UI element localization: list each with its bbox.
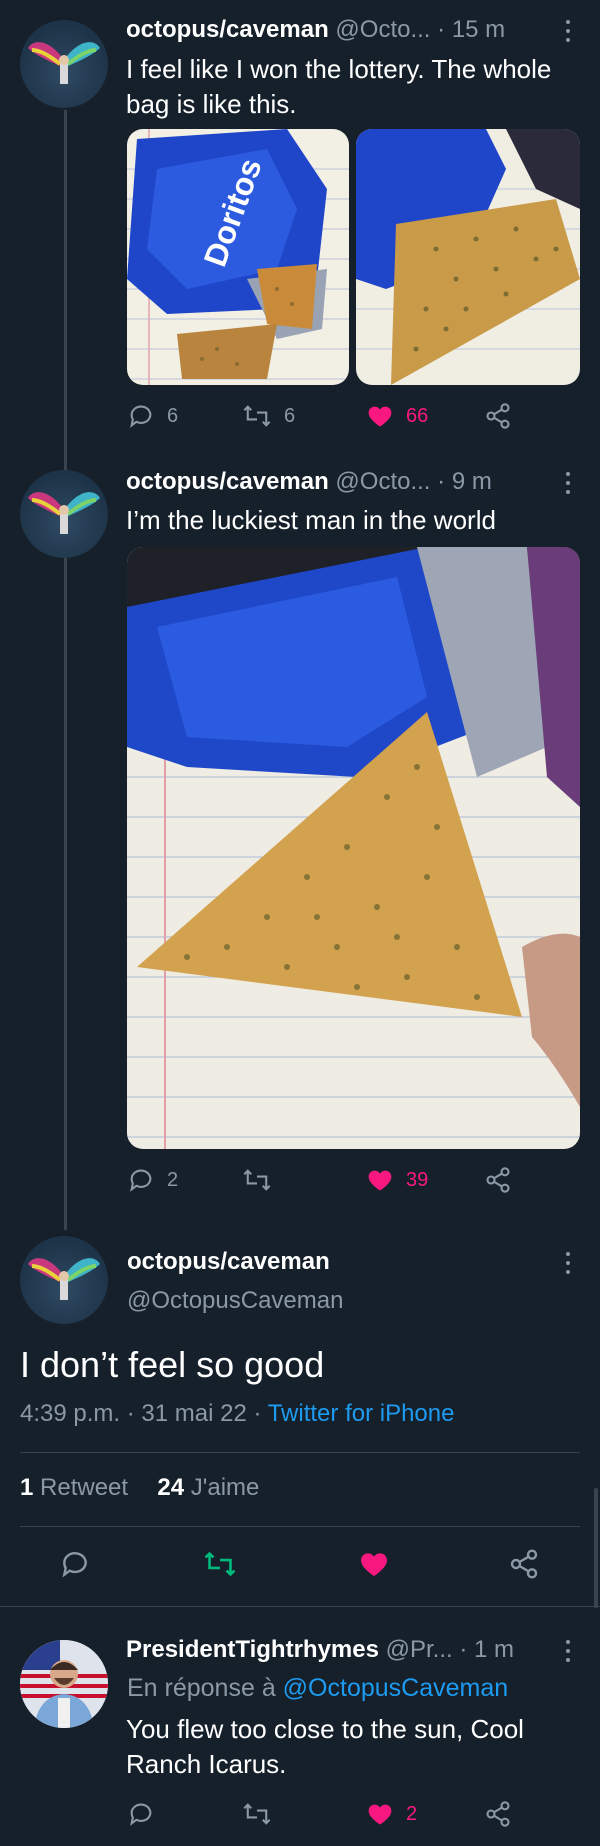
separator-dot: · bbox=[459, 1636, 475, 1663]
display-name[interactable]: octopus/caveman bbox=[127, 1248, 330, 1276]
retweets-stat[interactable]: 1 Retweet bbox=[20, 1474, 135, 1501]
handle[interactable]: @Octo... bbox=[335, 468, 430, 495]
avatar-image bbox=[28, 1258, 100, 1300]
separator-dot: · bbox=[437, 16, 452, 43]
tweet-meta: 4:39 p.m. · 31 mai 22 · Twitter for iPho… bbox=[20, 1400, 454, 1428]
reply-icon bbox=[130, 1169, 152, 1192]
like-button[interactable]: 66 bbox=[366, 402, 428, 430]
retweet-button[interactable] bbox=[242, 1166, 284, 1194]
timestamp[interactable]: 9 m bbox=[452, 468, 492, 495]
tweet-media[interactable] bbox=[127, 547, 580, 1149]
timestamp[interactable]: 4:39 p.m. bbox=[20, 1400, 120, 1427]
avatar[interactable] bbox=[20, 20, 108, 108]
likes-stat[interactable]: 24 J'aime bbox=[157, 1474, 259, 1501]
tweet-text: I feel like I won the lottery. The whole… bbox=[126, 54, 552, 119]
source-link[interactable]: Twitter for iPhone bbox=[268, 1400, 455, 1427]
tweet-header: PresidentTightrhymes @Pr... · 1 m bbox=[126, 1636, 514, 1664]
retweet-button[interactable] bbox=[203, 1548, 237, 1580]
reply-prefix: En réponse à bbox=[127, 1674, 276, 1702]
tweet-text: You flew too close to the sun, Cool Ranc… bbox=[126, 1714, 524, 1779]
heart-icon bbox=[368, 406, 392, 427]
tweet-header: octopus/caveman @Octo... · 15 m bbox=[126, 16, 505, 44]
avatar-image bbox=[28, 492, 100, 534]
more-icon[interactable] bbox=[556, 1250, 580, 1278]
reply-icon bbox=[130, 1803, 152, 1826]
like-button[interactable]: 2 bbox=[366, 1800, 417, 1828]
share-button[interactable] bbox=[484, 402, 512, 430]
tweet-header: octopus/caveman @Octo... · 9 m bbox=[126, 468, 492, 496]
retweets-label: Retweet bbox=[40, 1474, 129, 1501]
reply-button[interactable] bbox=[59, 1548, 91, 1580]
more-icon[interactable] bbox=[556, 1638, 580, 1666]
share-icon bbox=[486, 1801, 510, 1827]
heart-icon bbox=[368, 1804, 392, 1825]
heart-icon bbox=[368, 1170, 392, 1191]
tweet-media-1[interactable]: Doritos bbox=[127, 129, 349, 385]
reply-to-link[interactable]: @OctopusCaveman bbox=[283, 1674, 508, 1702]
doritos-bag-photo: Doritos bbox=[127, 129, 349, 385]
scrollbar[interactable] bbox=[594, 1488, 598, 1608]
avatar[interactable] bbox=[20, 1236, 108, 1324]
like-count: 2 bbox=[406, 1802, 418, 1825]
retweet-icon bbox=[243, 405, 271, 427]
share-button[interactable] bbox=[508, 1548, 540, 1580]
display-name[interactable]: octopus/caveman bbox=[126, 16, 329, 43]
timestamp[interactable]: 1 m bbox=[474, 1636, 514, 1663]
share-icon bbox=[510, 1549, 538, 1579]
avatar[interactable] bbox=[20, 1640, 108, 1728]
likes-label: J'aime bbox=[190, 1474, 260, 1501]
reply-context: En réponse à @OctopusCaveman bbox=[127, 1674, 508, 1703]
share-icon bbox=[486, 403, 510, 429]
separator-dot: · bbox=[437, 468, 452, 495]
retweet-button[interactable]: 6 bbox=[242, 402, 295, 430]
more-icon[interactable] bbox=[556, 470, 580, 498]
divider bbox=[20, 1526, 580, 1527]
display-name[interactable]: PresidentTightrhymes bbox=[126, 1636, 379, 1663]
handle[interactable]: @Octo... bbox=[335, 16, 430, 43]
reply-button[interactable] bbox=[127, 1800, 167, 1828]
separator-dot: · bbox=[126, 1400, 142, 1427]
handle[interactable]: @Pr... bbox=[386, 1636, 453, 1663]
chip-closeup-photo bbox=[127, 547, 580, 1149]
retweet-icon bbox=[243, 1169, 271, 1191]
likes-count: 24 bbox=[157, 1474, 185, 1501]
divider bbox=[20, 1452, 580, 1453]
reply-icon bbox=[62, 1552, 87, 1578]
share-icon bbox=[486, 1167, 510, 1193]
share-button[interactable] bbox=[484, 1800, 512, 1828]
retweet-count: 6 bbox=[284, 404, 296, 427]
timestamp[interactable]: 15 m bbox=[452, 16, 505, 43]
reply-count: 2 bbox=[167, 1168, 179, 1191]
reply-button[interactable]: 6 bbox=[127, 402, 178, 430]
handle[interactable]: @OctopusCaveman bbox=[127, 1287, 343, 1315]
seasoned-chip-photo bbox=[356, 129, 580, 385]
like-count: 66 bbox=[406, 404, 429, 427]
tweet-media-2[interactable] bbox=[356, 129, 580, 385]
more-icon[interactable] bbox=[556, 18, 580, 46]
avatar-image bbox=[28, 42, 100, 84]
divider bbox=[0, 1606, 600, 1607]
separator-dot: · bbox=[253, 1400, 268, 1427]
like-count: 39 bbox=[406, 1168, 429, 1191]
retweet-icon bbox=[243, 1803, 271, 1825]
reply-button[interactable]: 2 bbox=[127, 1166, 178, 1194]
like-button[interactable]: 39 bbox=[366, 1166, 428, 1194]
like-button[interactable] bbox=[358, 1548, 390, 1580]
date[interactable]: 31 mai 22 bbox=[141, 1400, 246, 1427]
display-name[interactable]: octopus/caveman bbox=[126, 468, 329, 495]
reply-count: 6 bbox=[167, 404, 179, 427]
retweet-icon bbox=[204, 1551, 236, 1577]
engagement-stats: 1 Retweet 24 J'aime bbox=[20, 1474, 259, 1502]
retweets-count: 1 bbox=[20, 1474, 34, 1501]
retweet-button[interactable] bbox=[242, 1800, 284, 1828]
tweet-text: I’m the luckiest man in the world bbox=[126, 505, 496, 535]
main-tweet-text: I don’t feel so good bbox=[20, 1344, 325, 1385]
avatar[interactable] bbox=[20, 470, 108, 558]
avatar-image bbox=[20, 1640, 108, 1728]
heart-icon bbox=[361, 1553, 387, 1576]
reply-icon bbox=[130, 405, 152, 428]
share-button[interactable] bbox=[484, 1166, 512, 1194]
thread-line bbox=[64, 110, 67, 1230]
